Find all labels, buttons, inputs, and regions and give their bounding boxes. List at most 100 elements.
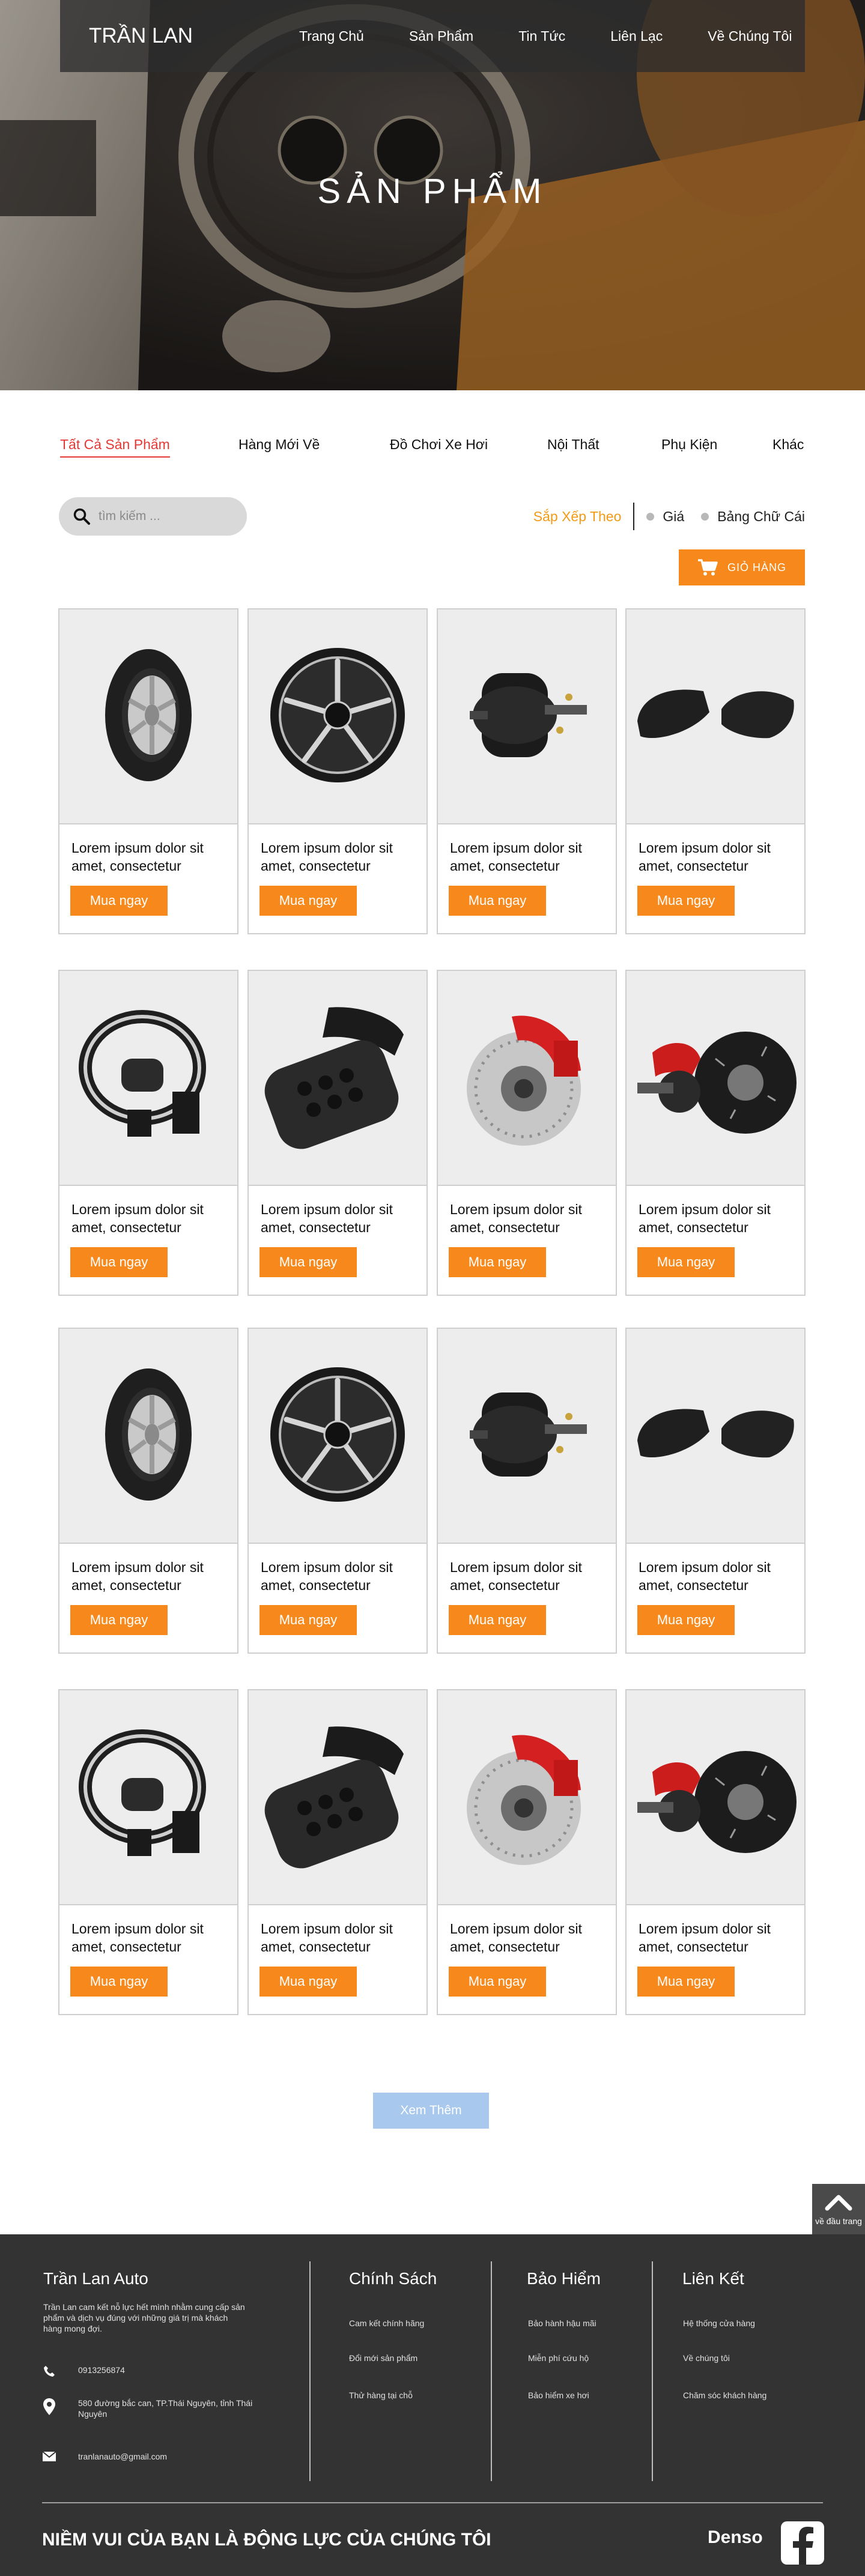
product-card[interactable]: Lorem ipsum dolor sit amet, consectetur … [247, 1689, 428, 2015]
buy-now-button[interactable]: Mua ngay [449, 1605, 546, 1635]
product-image[interactable] [627, 971, 804, 1186]
footer-link-warranty[interactable]: Bảo hành hậu mãi [528, 2318, 596, 2328]
buy-now-button[interactable]: Mua ngay [70, 1605, 168, 1635]
product-image[interactable] [627, 609, 804, 824]
nav-item-about[interactable]: Về Chúng Tôi [708, 28, 792, 44]
tab-accessories[interactable]: Phụ Kiện [661, 437, 717, 453]
sort-option-alphabet[interactable]: Bảng Chữ Cái [701, 509, 805, 525]
product-card[interactable]: Lorem ipsum dolor sit amet, consectetur … [625, 1689, 806, 2015]
buy-now-button[interactable]: Mua ngay [260, 1605, 357, 1635]
buy-now-button[interactable]: Mua ngay [637, 886, 735, 916]
product-card[interactable]: Lorem ipsum dolor sit amet, consectetur … [58, 608, 238, 934]
product-image[interactable] [438, 609, 616, 824]
product-title[interactable]: Lorem ipsum dolor sit amet, consectetur [450, 1920, 605, 1957]
product-image[interactable] [249, 1329, 426, 1544]
product-image[interactable] [249, 609, 426, 824]
tab-new-arrivals[interactable]: Hàng Mới Về [238, 437, 320, 453]
footer-link-stores[interactable]: Hệ thống cửa hàng [683, 2318, 755, 2328]
nav-item-news[interactable]: Tin Tức [518, 28, 565, 44]
buy-now-button[interactable]: Mua ngay [449, 886, 546, 916]
product-card[interactable]: Lorem ipsum dolor sit amet, consectetur … [58, 970, 238, 1296]
footer-link-genuine[interactable]: Cam kết chính hãng [349, 2318, 424, 2328]
buy-now-button[interactable]: Mua ngay [637, 1247, 735, 1277]
tab-interior[interactable]: Nội Thất [547, 437, 599, 453]
product-card[interactable]: Lorem ipsum dolor sit amet, consectetur … [247, 608, 428, 934]
buy-now-button[interactable]: Mua ngay [260, 886, 357, 916]
facebook-icon[interactable] [781, 2521, 824, 2565]
footer-email[interactable]: tranlanauto@gmail.com [42, 2452, 167, 2461]
product-title[interactable]: Lorem ipsum dolor sit amet, consectetur [71, 1558, 226, 1595]
tab-other[interactable]: Khác [772, 437, 804, 453]
nav-item-contact[interactable]: Liên Lạc [610, 28, 663, 44]
product-title[interactable]: Lorem ipsum dolor sit amet, consectetur [71, 1200, 226, 1238]
product-image[interactable] [59, 609, 237, 824]
product-card[interactable]: Lorem ipsum dolor sit amet, consectetur … [58, 1328, 238, 1654]
product-image[interactable] [438, 971, 616, 1186]
product-title[interactable]: Lorem ipsum dolor sit amet, consectetur [261, 1920, 416, 1957]
footer-partner[interactable]: Denso [708, 2527, 763, 2548]
product-card[interactable]: Lorem ipsum dolor sit amet, consectetur … [437, 1328, 617, 1654]
nav-item-products[interactable]: Sản Phẩm [409, 28, 473, 44]
product-card[interactable]: Lorem ipsum dolor sit amet, consectetur … [58, 1689, 238, 2015]
buy-now-button[interactable]: Mua ngay [637, 1967, 735, 1997]
product-title[interactable]: Lorem ipsum dolor sit amet, consectetur [261, 1200, 416, 1238]
product-title[interactable]: Lorem ipsum dolor sit amet, consectetur [639, 1558, 794, 1595]
nav-links: Trang Chủ Sản Phẩm Tin Tức Liên Lạc Về C… [299, 28, 792, 44]
buy-now-button[interactable]: Mua ngay [449, 1247, 546, 1277]
product-image[interactable] [627, 1329, 804, 1544]
load-more-button[interactable]: Xem Thêm [373, 2093, 489, 2129]
search-input[interactable] [99, 509, 237, 524]
product-card[interactable]: Lorem ipsum dolor sit amet, consectetur … [437, 970, 617, 1296]
product-title[interactable]: Lorem ipsum dolor sit amet, consectetur [450, 839, 605, 876]
buy-now-button[interactable]: Mua ngay [260, 1967, 357, 1997]
footer-link-exchange[interactable]: Đổi mới sản phẩm [349, 2353, 417, 2363]
product-title[interactable]: Lorem ipsum dolor sit amet, consectetur [639, 1200, 794, 1238]
tab-car-toys[interactable]: Đồ Chơi Xe Hơi [390, 437, 488, 453]
product-image[interactable] [438, 1329, 616, 1544]
buy-now-button[interactable]: Mua ngay [260, 1247, 357, 1277]
footer-link-about[interactable]: Về chúng tôi [683, 2353, 730, 2363]
product-title[interactable]: Lorem ipsum dolor sit amet, consectetur [639, 1920, 794, 1957]
product-image[interactable] [59, 971, 237, 1186]
product-card[interactable]: Lorem ipsum dolor sit amet, consectetur … [625, 1328, 806, 1654]
product-image[interactable] [59, 1329, 237, 1544]
footer-divider [309, 2261, 311, 2481]
footer-link-try-on-site[interactable]: Thử hàng tại chỗ [349, 2390, 413, 2400]
product-title[interactable]: Lorem ipsum dolor sit amet, consectetur [450, 1558, 605, 1595]
brand-logo[interactable]: TRẦN LAN [89, 24, 269, 48]
product-title[interactable]: Lorem ipsum dolor sit amet, consectetur [71, 1920, 226, 1957]
product-card[interactable]: Lorem ipsum dolor sit amet, consectetur … [437, 1689, 617, 2015]
product-image[interactable] [627, 1690, 804, 1905]
cart-button[interactable]: GIỎ HÀNG [679, 549, 805, 585]
product-card[interactable]: Lorem ipsum dolor sit amet, consectetur … [625, 608, 806, 934]
footer-phone[interactable]: 0913256874 [42, 2365, 125, 2377]
buy-now-button[interactable]: Mua ngay [637, 1605, 735, 1635]
footer-link-car-insurance[interactable]: Bảo hiểm xe hơi [528, 2390, 589, 2400]
buy-now-button[interactable]: Mua ngay [70, 886, 168, 916]
buy-now-button[interactable]: Mua ngay [70, 1967, 168, 1997]
buy-now-button[interactable]: Mua ngay [449, 1967, 546, 1997]
tab-all-products[interactable]: Tất Cả Sản Phẩm [60, 437, 170, 458]
nav-item-home[interactable]: Trang Chủ [299, 28, 364, 44]
product-image[interactable] [438, 1690, 616, 1905]
product-card[interactable]: Lorem ipsum dolor sit amet, consectetur … [437, 608, 617, 934]
product-title[interactable]: Lorem ipsum dolor sit amet, consectetur [639, 839, 794, 876]
product-image[interactable] [249, 971, 426, 1186]
product-title[interactable]: Lorem ipsum dolor sit amet, consectetur [450, 1200, 605, 1238]
footer-link-rescue[interactable]: Miễn phí cứu hộ [528, 2353, 589, 2363]
sort-option-price[interactable]: Giá [646, 509, 684, 525]
product-card[interactable]: Lorem ipsum dolor sit amet, consectetur … [625, 970, 806, 1296]
product-title[interactable]: Lorem ipsum dolor sit amet, consectetur [261, 839, 416, 876]
steering-wheel-icon [70, 1721, 226, 1874]
product-title[interactable]: Lorem ipsum dolor sit amet, consectetur [261, 1558, 416, 1595]
back-to-top-button[interactable]: về đầu trang [812, 2184, 865, 2234]
product-image[interactable] [249, 1690, 426, 1905]
product-title[interactable]: Lorem ipsum dolor sit amet, consectetur [71, 839, 226, 876]
product-card[interactable]: Lorem ipsum dolor sit amet, consectetur … [247, 970, 428, 1296]
footer-link-customer-care[interactable]: Chăm sóc khách hàng [683, 2390, 766, 2400]
search-icon[interactable] [65, 507, 99, 525]
buy-now-button[interactable]: Mua ngay [70, 1247, 168, 1277]
chevron-up-icon [825, 2193, 852, 2214]
product-image[interactable] [59, 1690, 237, 1905]
product-card[interactable]: Lorem ipsum dolor sit amet, consectetur … [247, 1328, 428, 1654]
